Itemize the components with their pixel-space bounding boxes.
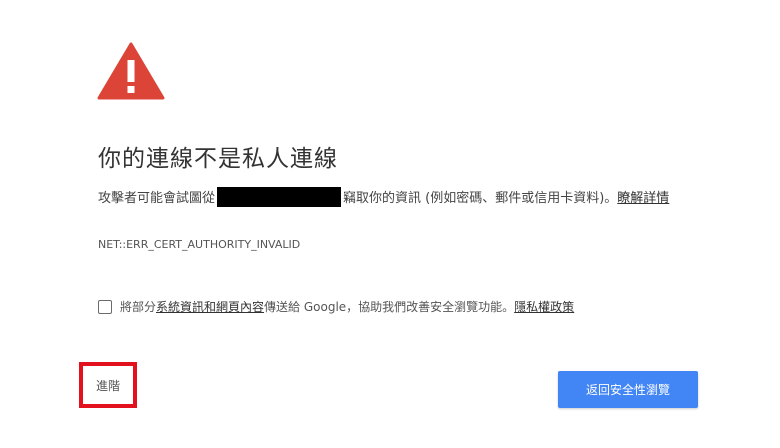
description-text-after: 竊取你的資訊 (例如密碼、郵件或信用卡資料)。: [343, 191, 618, 206]
warning-triangle-icon: [97, 42, 165, 100]
page-title: 你的連線不是私人連線: [98, 146, 338, 172]
opt-in-middle: 傳送給 Google，協助我們改善安全瀏覽功能。: [264, 300, 515, 314]
privacy-policy-link[interactable]: 隱私權政策: [514, 298, 574, 315]
system-info-link[interactable]: 系統資訊和網頁內容: [156, 298, 264, 315]
error-code: NET::ERR_CERT_AUTHORITY_INVALID: [98, 238, 301, 251]
back-to-safety-button[interactable]: 返回安全性瀏覽: [558, 371, 698, 408]
interstitial-page: 你的連線不是私人連線 攻擊者可能會試圖從 竊取你的資訊 (例如密碼、郵件或信用卡資…: [0, 0, 780, 448]
advanced-button[interactable]: 進階: [96, 377, 120, 394]
redacted-domain: [217, 187, 342, 207]
safe-browsing-opt-in: 將部分 系統資訊和網頁內容 傳送給 Google，協助我們改善安全瀏覽功能。 隱私權政…: [98, 298, 574, 315]
description-text-before: 攻擊者可能會試圖從: [98, 191, 216, 206]
opt-in-checkbox[interactable]: [98, 299, 112, 314]
description: 攻擊者可能會試圖從 竊取你的資訊 (例如密碼、郵件或信用卡資料)。瞭解詳情: [98, 187, 698, 210]
learn-more-link[interactable]: 瞭解詳情: [617, 191, 669, 206]
advanced-highlight-box: 進階: [79, 362, 137, 408]
warning-exclamation-bar: [127, 60, 135, 82]
opt-in-prefix: 將部分: [120, 300, 157, 314]
warning-exclamation-dot: [127, 86, 135, 93]
